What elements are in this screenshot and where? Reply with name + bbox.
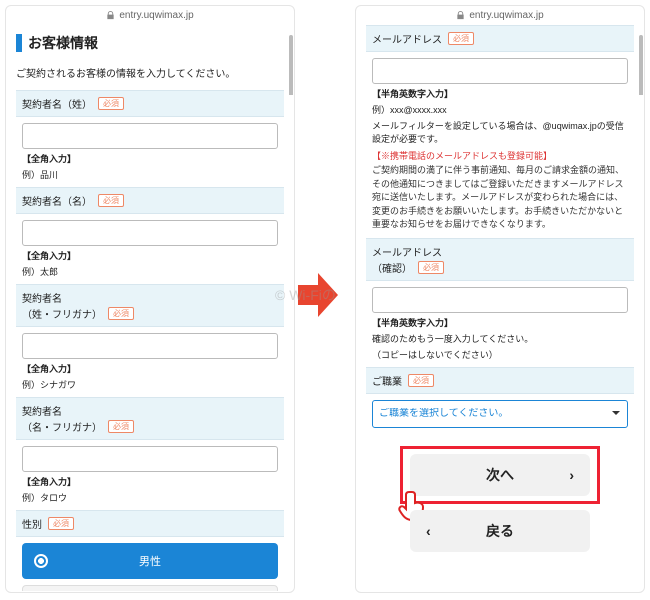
- field-gender-head: 性別 必須: [16, 510, 284, 537]
- intro-text: ご契約されるお客様の情報を入力してください。: [16, 57, 284, 90]
- url-bar: entry.uqwimax.jp: [6, 6, 294, 25]
- hint-sei-f-b: 【全角入力】: [22, 364, 76, 374]
- field-email2-head: メールアドレス （確認） 必須: [366, 238, 634, 281]
- input-sei-f[interactable]: [22, 333, 278, 359]
- back-button[interactable]: ‹ 戻る: [410, 510, 590, 552]
- radio-male[interactable]: 男性: [22, 543, 278, 579]
- radio-male-label: 男性: [139, 553, 161, 569]
- next-label: 次へ: [486, 465, 514, 485]
- required-badge: 必須: [448, 32, 474, 45]
- input-mei-f[interactable]: [22, 446, 278, 472]
- back-label: 戻る: [486, 521, 514, 541]
- label-mei: 契約者名（名）: [22, 193, 92, 208]
- right-content: メールアドレス 必須 【半角英数字入力】 例）xxx@xxxx.xxx メールフ…: [356, 25, 644, 591]
- lock-icon: [106, 11, 115, 20]
- input-email2[interactable]: [372, 287, 628, 313]
- url-text: entry.uqwimax.jp: [119, 10, 193, 21]
- hint-email-2: メールフィルターを設定している場合は、@uqwimax.jpの受信設定が必要です…: [372, 119, 628, 145]
- hint-email-ex: 例）xxx@xxxx.xxx: [372, 103, 628, 116]
- label-sei-f1: 契約者名: [22, 290, 62, 305]
- input-email[interactable]: [372, 58, 628, 84]
- hint-mei-b: 【全角入力】: [22, 251, 76, 261]
- label-mei-f1: 契約者名: [22, 403, 62, 418]
- hint-mei-f-ex: 例）タロウ: [22, 491, 278, 504]
- hint-sei-f-ex: 例）シナガワ: [22, 378, 278, 391]
- hint-mei-ex: 例）太郎: [22, 265, 278, 278]
- label-email2-1: メールアドレス: [372, 244, 442, 259]
- url-text: entry.uqwimax.jp: [469, 10, 543, 21]
- required-badge: 必須: [98, 97, 124, 110]
- title-accent: [16, 34, 22, 52]
- required-badge: 必須: [418, 261, 444, 274]
- screen-left: entry.uqwimax.jp お客様情報 ご契約されるお客様の情報を入力して…: [5, 5, 295, 593]
- notice-email-red: 【※携帯電話のメールアドレスも登録可能】: [372, 149, 628, 162]
- label-job: ご職業: [372, 373, 402, 388]
- page-title-row: お客様情報: [16, 25, 284, 57]
- input-mei[interactable]: [22, 220, 278, 246]
- hint-sei-b: 【全角入力】: [22, 154, 76, 164]
- required-badge: 必須: [408, 374, 434, 387]
- field-sei-head: 契約者名（姓） 必須: [16, 90, 284, 117]
- notice-email-body: ご契約期間の満了に伴う事前通知、毎月のご請求金額の通知、その他通知につきましては…: [372, 164, 628, 232]
- required-badge: 必須: [98, 194, 124, 207]
- hint-email2-1: 確認のためもう一度入力してください。: [372, 332, 628, 345]
- required-badge: 必須: [108, 420, 134, 433]
- radio-circle-icon: [34, 554, 48, 568]
- hint-sei-ex: 例）品川: [22, 168, 278, 181]
- hint-email2-2: （コピーはしないでください）: [372, 348, 628, 361]
- chevron-left-icon: ‹: [426, 523, 431, 539]
- input-sei[interactable]: [22, 123, 278, 149]
- field-mei-f-head: 契約者名 （名・フリガナ） 必須: [16, 397, 284, 440]
- field-job-head: ご職業 必須: [366, 367, 634, 394]
- radio-female[interactable]: 女性: [22, 585, 278, 591]
- lock-icon: [456, 11, 465, 20]
- url-bar: entry.uqwimax.jp: [356, 6, 644, 25]
- label-mei-f2: （名・フリガナ）: [22, 419, 102, 434]
- required-badge: 必須: [48, 517, 74, 530]
- next-button[interactable]: 次へ ›: [410, 454, 590, 496]
- field-email-head: メールアドレス 必須: [366, 25, 634, 52]
- label-email: メールアドレス: [372, 31, 442, 46]
- hint-email-b: 【半角英数字入力】: [372, 89, 453, 99]
- hint-mei-f-b: 【全角入力】: [22, 477, 76, 487]
- label-gender: 性別: [22, 516, 42, 531]
- select-job[interactable]: ご職業を選択してください。: [372, 400, 628, 428]
- left-content: お客様情報 ご契約されるお客様の情報を入力してください。 契約者名（姓） 必須 …: [6, 25, 294, 591]
- label-sei: 契約者名（姓）: [22, 96, 92, 111]
- page-title: お客様情報: [28, 33, 98, 53]
- field-sei-f-head: 契約者名 （姓・フリガナ） 必須: [16, 284, 284, 327]
- required-badge: 必須: [108, 307, 134, 320]
- arrow-right-icon: [298, 270, 338, 320]
- hint-email2-b: 【半角英数字入力】: [372, 318, 453, 328]
- label-sei-f2: （姓・フリガナ）: [22, 306, 102, 321]
- label-email2-2: （確認）: [372, 260, 412, 275]
- screen-right: entry.uqwimax.jp メールアドレス 必須 【半角英数字入力】 例）…: [355, 5, 645, 593]
- field-mei-head: 契約者名（名） 必須: [16, 187, 284, 214]
- chevron-right-icon: ›: [569, 467, 574, 483]
